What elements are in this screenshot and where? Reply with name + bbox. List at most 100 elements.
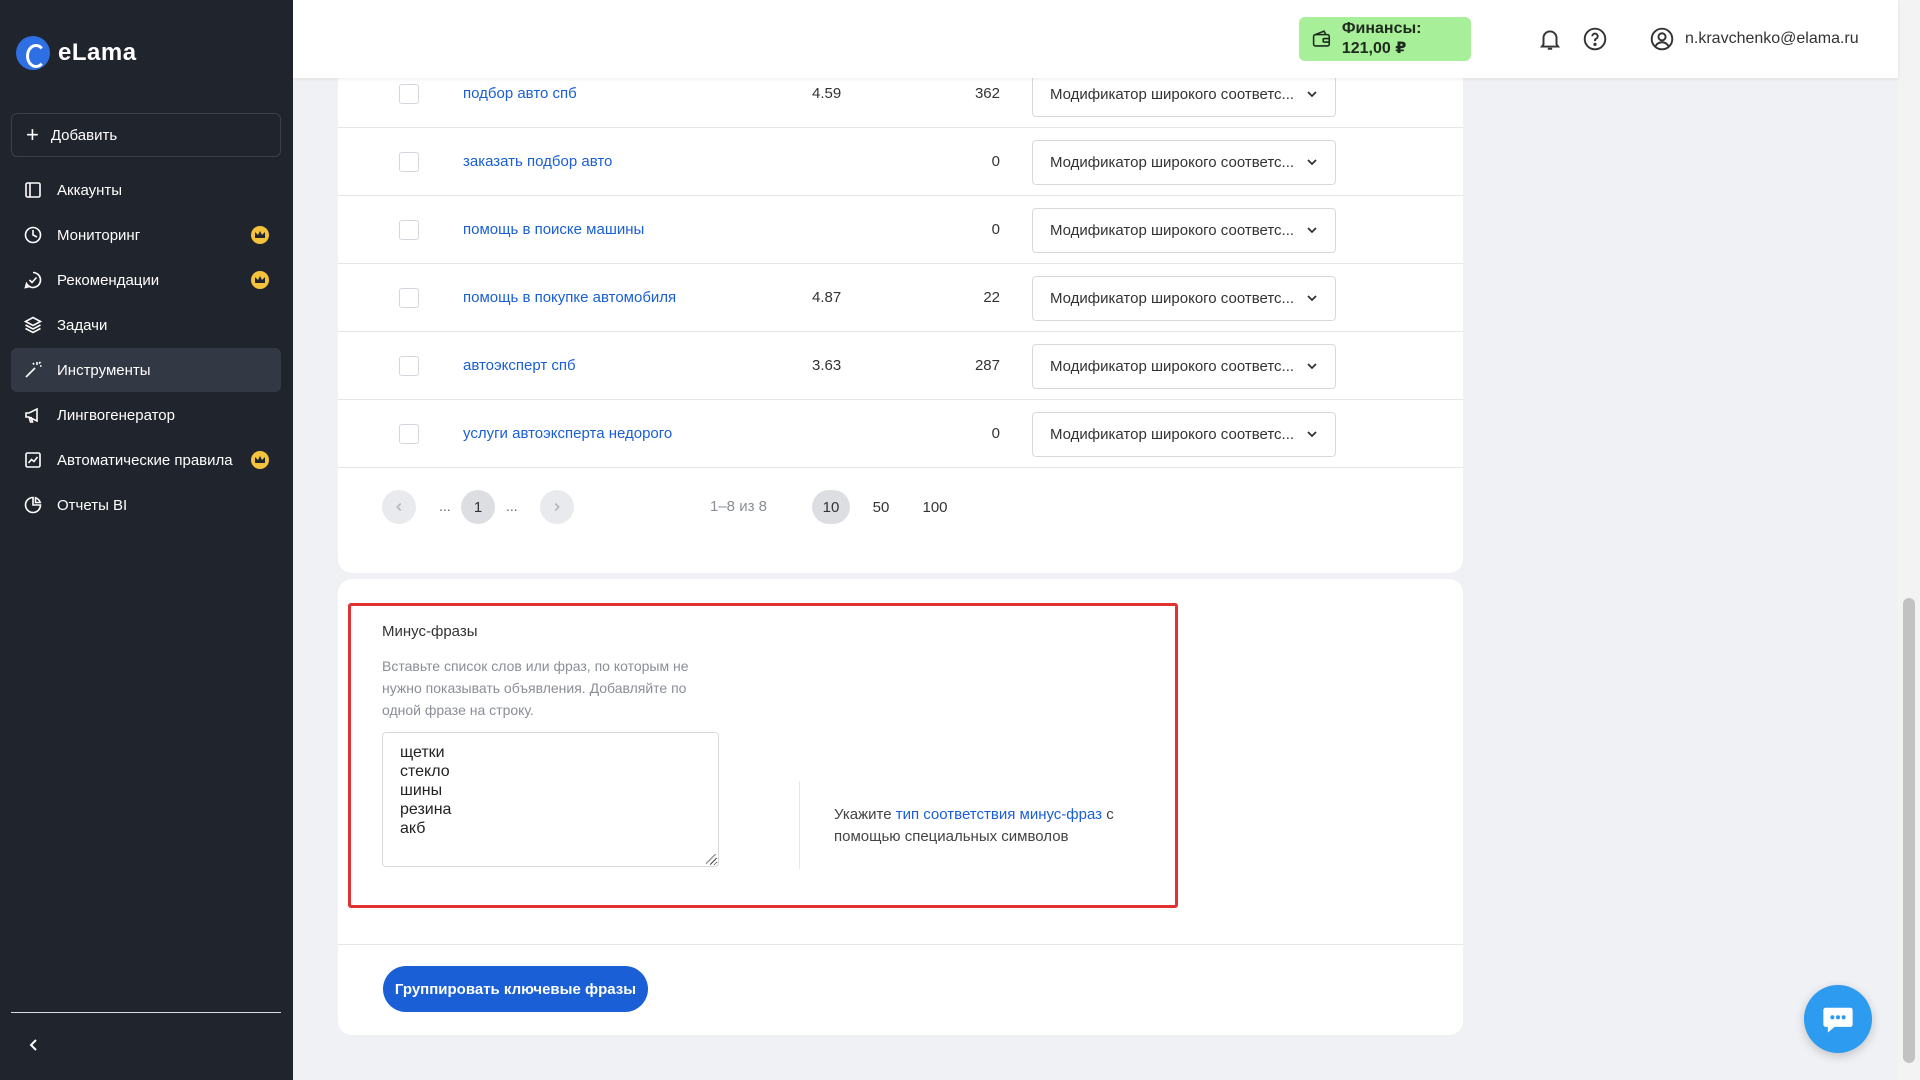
table-row: помощь в поиске машины 0 Модификатор шир… [338,196,1463,264]
scrollbar-thumb[interactable] [1903,598,1915,1063]
sidebar-item-tools[interactable]: Инструменты [11,348,281,392]
section-divider [338,944,1463,945]
keyword-link[interactable]: автоэксперт спб [463,357,576,374]
sidebar-item-monitoring[interactable]: Мониторинг [11,213,281,257]
row-checkbox[interactable] [399,220,419,240]
match-type-value: Модификатор широкого соответс... [1050,154,1295,171]
match-type-select[interactable]: Модификатор широкого соответс... [1032,344,1336,389]
chevron-down-icon [1307,295,1317,302]
prev-page-button[interactable] [382,490,416,524]
sidebar-item-label: Инструменты [57,361,151,379]
pagination-info: 1–8 из 8 [710,498,767,515]
match-type-link[interactable]: тип соответствия минус-фраз [896,806,1102,823]
table-row: автоэксперт спб 3.63 287 Модификатор шир… [338,332,1463,400]
tasks-icon [23,315,43,335]
match-type-select[interactable]: Модификатор широкого соответс... [1032,412,1336,457]
keyword-count: 22 [983,289,1000,306]
keyword-link[interactable]: услуги автоэксперта недорого [463,425,672,442]
row-checkbox[interactable] [399,356,419,376]
question-icon [1583,27,1607,51]
row-checkbox[interactable] [399,288,419,308]
sidebar-divider [11,1012,281,1013]
wallet-icon [1312,30,1331,47]
chevron-down-icon [1307,159,1317,166]
chat-icon [1823,1007,1853,1033]
match-type-select[interactable]: Модификатор широкого соответс... [1032,208,1336,253]
chevron-down-icon [1307,227,1317,234]
monitoring-icon [23,225,43,245]
keyword-count: 0 [991,153,1000,170]
chevron-down-icon [1307,431,1317,438]
keywords-table: подбор авто спб 4.59 362 Модификатор шир… [338,60,1463,573]
match-type-value: Модификатор широкого соответс... [1050,86,1295,103]
user-menu[interactable]: n.kravchenko@elama.ru [1649,26,1859,52]
keyword-link[interactable]: помощь в покупке автомобиля [463,289,676,306]
sidebar-item-auto-rules[interactable]: Автоматические правила [11,438,281,482]
row-checkbox[interactable] [399,152,419,172]
keyword-count: 0 [991,425,1000,442]
bell-icon [1539,30,1561,50]
keyword-frequency: 3.63 [812,357,842,374]
per-page-10[interactable]: 10 [812,490,850,524]
minus-phrases-title: Минус-фразы [382,623,478,640]
crown-icon [251,451,269,469]
per-page-50[interactable]: 50 [862,490,900,524]
match-type-select[interactable]: Модификатор широкого соответс... [1032,72,1336,117]
match-type-value: Модификатор широкого соответс... [1050,222,1295,239]
row-checkbox[interactable] [399,424,419,444]
chevron-right-icon [554,503,560,511]
match-type-select[interactable]: Модификатор широкого соответс... [1032,140,1336,185]
sidebar-item-label: Автоматические правила [57,451,233,469]
group-keywords-button[interactable]: Группировать ключевые фразы [383,966,648,1012]
sidebar-item-accounts[interactable]: Аккаунты [11,168,281,212]
sidebar-item-reports-bi[interactable]: Отчеты BI [11,483,281,527]
crown-icon [251,226,269,244]
reports-icon [23,495,43,515]
page-scrollbar[interactable] [1898,0,1920,1080]
add-button[interactable]: + Добавить [11,113,281,157]
minus-phrases-section: Минус-фразы Вставьте список слов или фра… [338,579,1463,1035]
pagination-ellipsis[interactable]: ... [439,498,451,514]
vertical-divider [799,781,800,869]
sidebar-item-label: Мониторинг [57,226,141,244]
match-type-value: Модификатор широкого соответс... [1050,290,1295,307]
keyword-frequency: 4.59 [812,85,842,102]
sidebar-item-label: Задачи [57,316,108,334]
user-email: n.kravchenko@elama.ru [1685,30,1859,47]
chevron-left-icon [29,1039,37,1051]
next-page-button[interactable] [540,490,574,524]
row-checkbox[interactable] [399,84,419,104]
minus-phrases-textarea[interactable]: щетки стекло шины резина акб [382,732,719,867]
megaphone-icon [23,405,43,425]
table-row: заказать подбор авто 0 Модификатор широк… [338,128,1463,196]
logo[interactable]: eLama [16,36,137,70]
sidebar-item-label: Отчеты BI [57,496,128,514]
page-button-current[interactable]: 1 [461,490,495,524]
keyword-link[interactable]: помощь в поиске машины [463,221,644,238]
sidebar-item-linguogenerator[interactable]: Лингвогенератор [11,393,281,437]
finance-button[interactable]: Финансы: 121,00 ₽ [1299,17,1471,61]
help-button[interactable] [1582,26,1608,52]
logo-text: eLama [58,39,137,66]
chevron-left-icon [396,503,402,511]
keyword-link[interactable]: подбор авто спб [463,85,577,102]
keyword-count: 287 [974,357,1000,374]
chevron-down-icon [1307,91,1317,98]
recommendations-icon [23,270,43,290]
minus-phrases-hint: Вставьте список слов или фраз, по которы… [382,658,689,718]
chat-button[interactable] [1804,985,1872,1053]
crown-icon [251,271,269,289]
match-type-select[interactable]: Модификатор широкого соответс... [1032,276,1336,321]
collapse-sidebar-button[interactable] [24,1035,44,1055]
sidebar-item-label: Рекомендации [57,271,160,289]
sidebar-item-tasks[interactable]: Задачи [11,303,281,347]
notifications-button[interactable] [1537,26,1563,52]
sidebar-item-recommendations[interactable]: Рекомендации [11,258,281,302]
sidebar: eLama + Добавить Аккаунты Мониторинг Рек… [0,0,293,1080]
top-bar: Финансы: 121,00 ₽ n.kravchenko@elama.ru [293,0,1898,78]
table-row: помощь в покупке автомобиля 4.87 22 Моди… [338,264,1463,332]
pagination-ellipsis[interactable]: ... [506,498,518,514]
keyword-link[interactable]: заказать подбор авто [463,153,612,170]
user-icon [1650,27,1674,51]
per-page-100[interactable]: 100 [916,490,954,524]
